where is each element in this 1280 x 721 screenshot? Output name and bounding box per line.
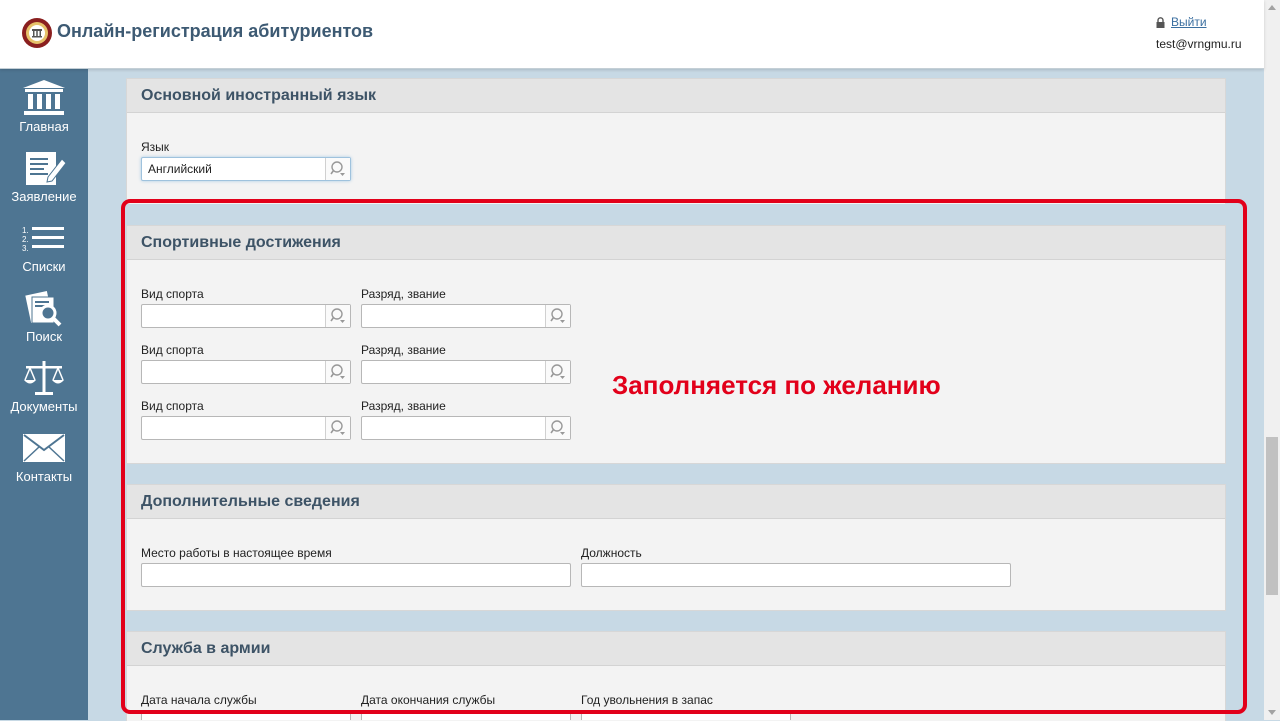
search-icon	[550, 364, 565, 379]
position-input[interactable]	[581, 563, 1011, 587]
sport-select[interactable]	[141, 360, 351, 384]
page-scrollbar[interactable]	[1264, 0, 1280, 720]
rank-select[interactable]	[361, 360, 571, 384]
army-panel: Служба в армии	[126, 631, 1226, 721]
optional-annotation: Заполняется по желанию	[612, 370, 941, 400]
sidebar: Главная Заявление 1. 2. 3. Списки Поиск …	[0, 69, 88, 720]
reserve-year-label: Год увольнения в запас	[581, 693, 713, 707]
position-label: Должность	[581, 546, 642, 560]
search-icon	[550, 308, 565, 323]
sidebar-item-contacts[interactable]: Контакты	[0, 419, 88, 489]
language-value: Английский	[148, 162, 212, 176]
search-icon	[550, 420, 565, 435]
rank-select[interactable]	[361, 304, 571, 328]
lock-icon	[1156, 16, 1165, 28]
logout-link[interactable]: Выйти	[1156, 15, 1207, 29]
language-select[interactable]: Английский	[141, 157, 351, 181]
scales-icon	[24, 361, 64, 395]
section-title: Основной иностранный язык	[127, 79, 1225, 113]
sidebar-item-lists[interactable]: 1. 2. 3. Списки	[0, 209, 88, 279]
lookup-button[interactable]	[545, 417, 570, 439]
sidebar-item-label: Поиск	[25, 329, 63, 344]
service-start-input[interactable]	[141, 710, 351, 720]
rank-label: Разряд, звание	[361, 399, 446, 413]
lookup-button[interactable]	[325, 305, 350, 327]
sidebar-item-documents[interactable]: Документы	[0, 349, 88, 419]
lookup-button[interactable]	[545, 361, 570, 383]
sport-label: Вид спорта	[141, 399, 204, 413]
workplace-input[interactable]	[141, 563, 571, 587]
search-icon	[330, 364, 345, 379]
scrollbar-thumb[interactable]	[1266, 437, 1278, 595]
section-title: Спортивные достижения	[127, 226, 1225, 260]
scroll-down-icon[interactable]	[1268, 710, 1276, 715]
numbered-list-icon: 1. 2. 3.	[22, 226, 64, 253]
lookup-button[interactable]	[325, 361, 350, 383]
university-logo	[22, 18, 52, 48]
logout-label[interactable]: Выйти	[1171, 15, 1207, 29]
search-icon	[330, 161, 345, 176]
top-header: Онлайн-регистрация абитуриентов Выйти te…	[0, 0, 1264, 69]
sport-label: Вид спорта	[141, 343, 204, 357]
section-title: Дополнительные сведения	[127, 485, 1225, 519]
search-document-icon	[25, 291, 62, 327]
sidebar-item-search[interactable]: Поиск	[0, 279, 88, 349]
sidebar-item-label: Главная	[19, 119, 69, 134]
reserve-year-input[interactable]	[581, 710, 791, 720]
service-end-input[interactable]	[361, 710, 571, 720]
lookup-button[interactable]	[325, 158, 350, 180]
sidebar-item-label: Документы	[10, 399, 78, 414]
app-title: Онлайн-регистрация абитуриентов	[57, 21, 374, 41]
edit-document-icon	[26, 152, 66, 185]
rank-label: Разряд, звание	[361, 343, 446, 357]
svg-text:2.: 2.	[22, 235, 29, 244]
lookup-button[interactable]	[545, 305, 570, 327]
sidebar-item-home[interactable]: Главная	[0, 69, 88, 139]
sidebar-item-application[interactable]: Заявление	[0, 139, 88, 209]
sidebar-item-label: Списки	[22, 259, 66, 274]
sport-select[interactable]	[141, 304, 351, 328]
search-icon	[330, 420, 345, 435]
lookup-button[interactable]	[325, 417, 350, 439]
search-icon	[330, 308, 345, 323]
language-panel: Основной иностранный язык	[126, 78, 1226, 204]
svg-text:1.: 1.	[22, 226, 29, 235]
user-email: test@vrngmu.ru	[1156, 37, 1242, 51]
rank-label: Разряд, звание	[361, 287, 446, 301]
language-label: Язык	[141, 140, 170, 154]
svg-text:3.: 3.	[22, 244, 29, 253]
rank-select[interactable]	[361, 416, 571, 440]
columns-icon	[23, 80, 65, 115]
sidebar-item-label: Контакты	[15, 469, 73, 484]
sport-label: Вид спорта	[141, 287, 204, 301]
scroll-up-icon[interactable]	[1268, 5, 1276, 10]
sport-select[interactable]	[141, 416, 351, 440]
workplace-label: Место работы в настоящее время	[141, 546, 332, 560]
envelope-icon	[23, 434, 65, 462]
service-end-label: Дата окончания службы	[361, 693, 496, 707]
sidebar-item-label: Заявление	[11, 189, 77, 204]
section-title: Служба в армии	[127, 632, 1225, 666]
service-start-label: Дата начала службы	[141, 693, 257, 707]
